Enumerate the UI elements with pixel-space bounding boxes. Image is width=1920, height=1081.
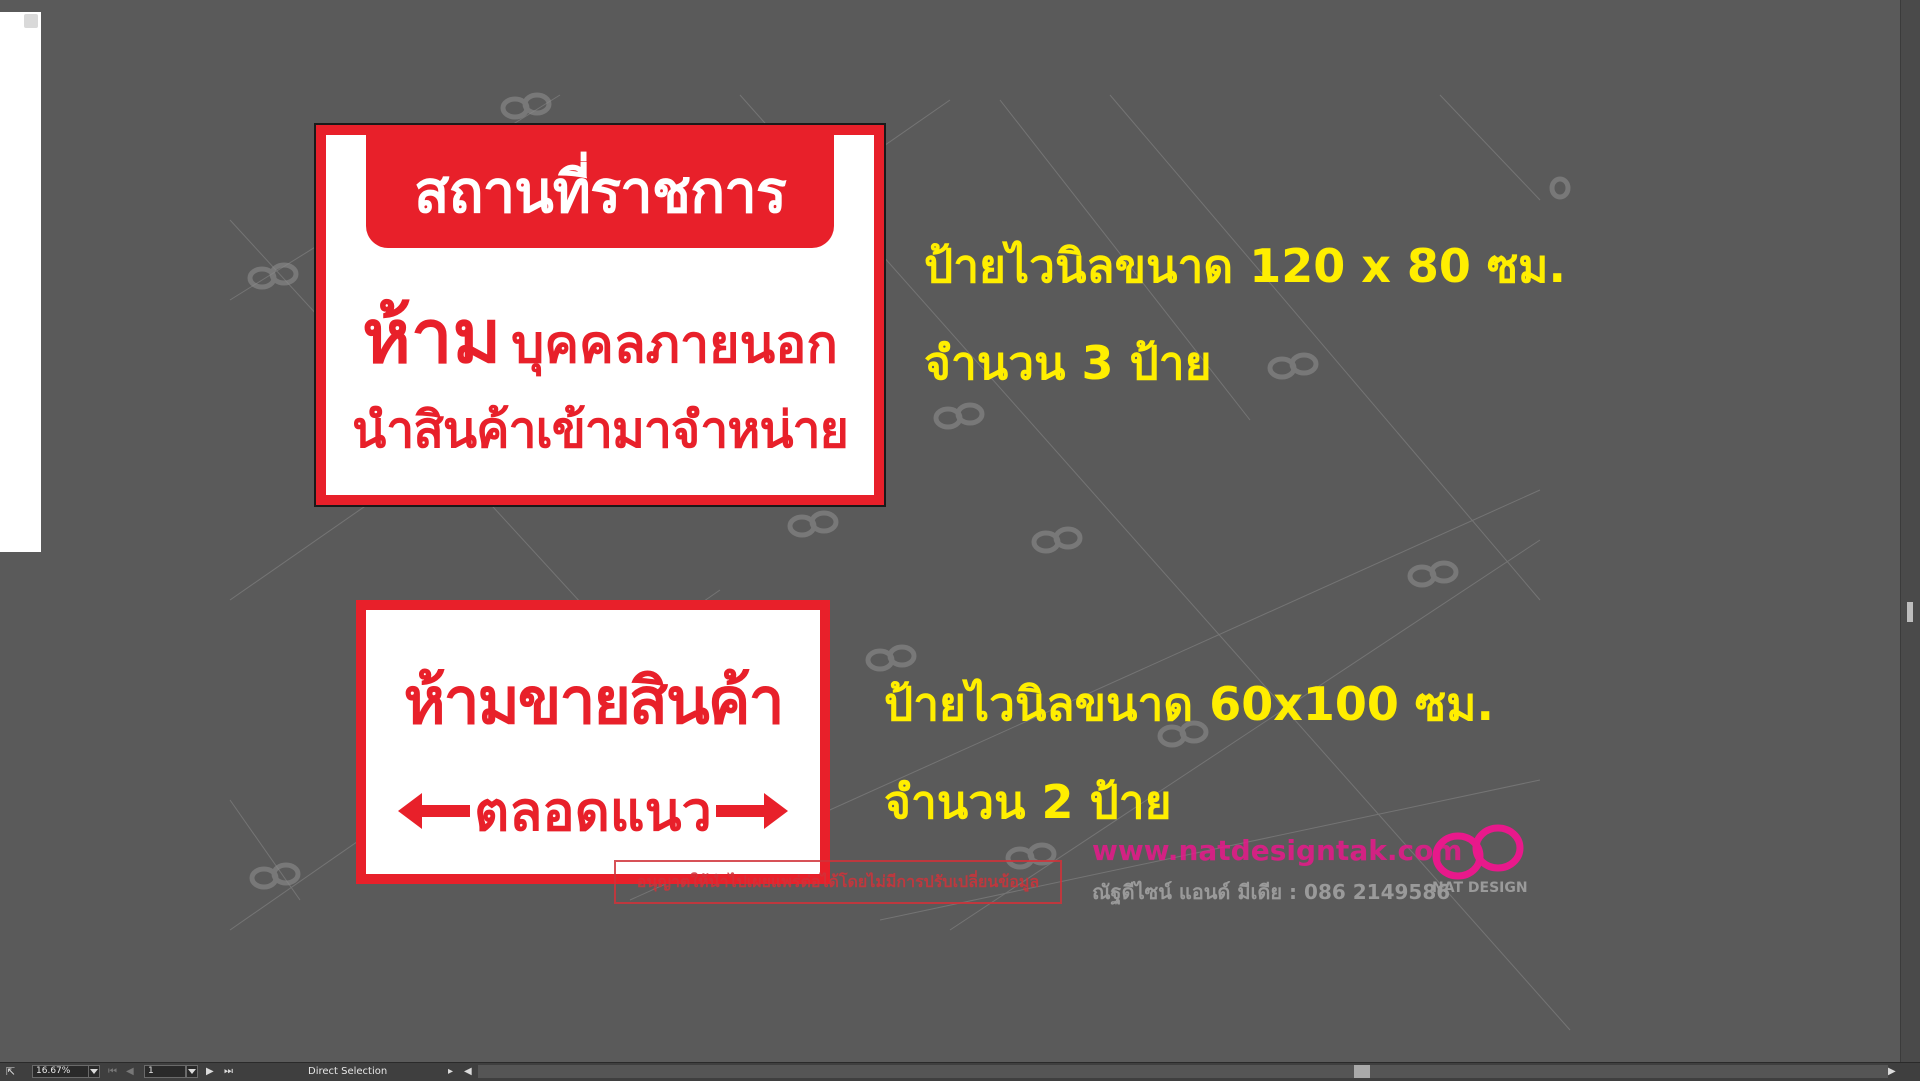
first-page-icon[interactable]: ⏮ (108, 1065, 122, 1078)
page-dropdown-button[interactable] (186, 1065, 198, 1078)
caption1-quantity: จำนวน 3 ป้าย (924, 336, 1212, 390)
caption2-quantity: จำนวน 2 ป้าย (884, 775, 1172, 829)
current-tool-label[interactable]: Direct Selection (308, 1065, 448, 1078)
sign2-no-selling-text: ห้ามขายสินค้า (403, 665, 784, 739)
brand-logo-text: NAT DESIGN (1432, 880, 1528, 896)
last-page-icon[interactable]: ⏭ (224, 1065, 238, 1078)
next-page-icon[interactable]: ▶ (206, 1065, 220, 1078)
artboard-corner-handle (24, 14, 38, 28)
chevron-down-icon (90, 1069, 98, 1074)
document-canvas[interactable]: สถานที่ราชการ ห้าม บุคคลภายนอก นำสินค้าเข… (0, 0, 1900, 1062)
zoom-level-field[interactable]: 16.67% (32, 1065, 90, 1078)
sign2-along-line: ตลอดแนว (366, 768, 820, 854)
zoom-dropdown-button[interactable] (88, 1065, 100, 1078)
sign1-outsiders-text: บุคคลภายนอก (511, 315, 838, 375)
previous-page-icon[interactable]: ◀ (126, 1065, 140, 1078)
artboard-edge (0, 12, 41, 552)
sign1-header: สถานที่ราชการ (366, 135, 834, 248)
sign-no-selling[interactable]: ห้ามขายสินค้า ตลอดแนว (356, 600, 830, 884)
brand-url: www.natdesigntak.com (1092, 834, 1463, 867)
sign1-prohibit-word: ห้าม (362, 294, 502, 380)
sign2-along-text: ตลอดแนว (474, 780, 712, 843)
status-bar: ⇱ 16.67% ⏮ ◀ 1 ▶ ⏭ Direct Selection ▸ ◀ … (0, 1062, 1920, 1081)
page-number-field[interactable]: 1 (144, 1065, 186, 1078)
sign-government-place[interactable]: สถานที่ราชการ ห้าม บุคคลภายนอก นำสินค้าเข… (314, 123, 886, 507)
scroll-right-icon[interactable]: ▶ (1888, 1065, 1900, 1078)
horizontal-scrollbar[interactable] (478, 1065, 1888, 1078)
export-icon[interactable]: ⇱ (6, 1065, 24, 1078)
arrow-left-icon (398, 793, 471, 829)
sign1-prohibition-line: ห้าม บุคคลภายนอก (326, 277, 874, 395)
caption2-size: ป้ายไวนิลขนาด 60x100 ซม. (884, 677, 1494, 731)
vertical-scrollbar-thumb[interactable] (1907, 602, 1913, 622)
caption1-size: ป้ายไวนิลขนาด 120 x 80 ซม. (924, 239, 1566, 293)
brand-subtitle: ณัฐดีไซน์ แอนด์ มีเดีย : 086 2149586 (1092, 880, 1451, 904)
disclaimer-box: อนุญาตให้นำไปเผยแพร่ต่อได้โดยไม่มีการปรั… (614, 860, 1062, 904)
nat-design-logo-icon (1432, 824, 1524, 880)
arrow-right-icon (715, 793, 788, 829)
tool-menu-arrow-icon[interactable]: ▸ (448, 1065, 458, 1078)
chevron-down-icon (188, 1069, 196, 1074)
horizontal-scrollbar-thumb[interactable] (1354, 1065, 1370, 1078)
vertical-scrollbar[interactable] (1900, 0, 1920, 1062)
sign1-selling-text: นำสินค้าเข้ามาจำหน่าย (352, 401, 849, 459)
scroll-left-icon[interactable]: ◀ (464, 1065, 476, 1078)
